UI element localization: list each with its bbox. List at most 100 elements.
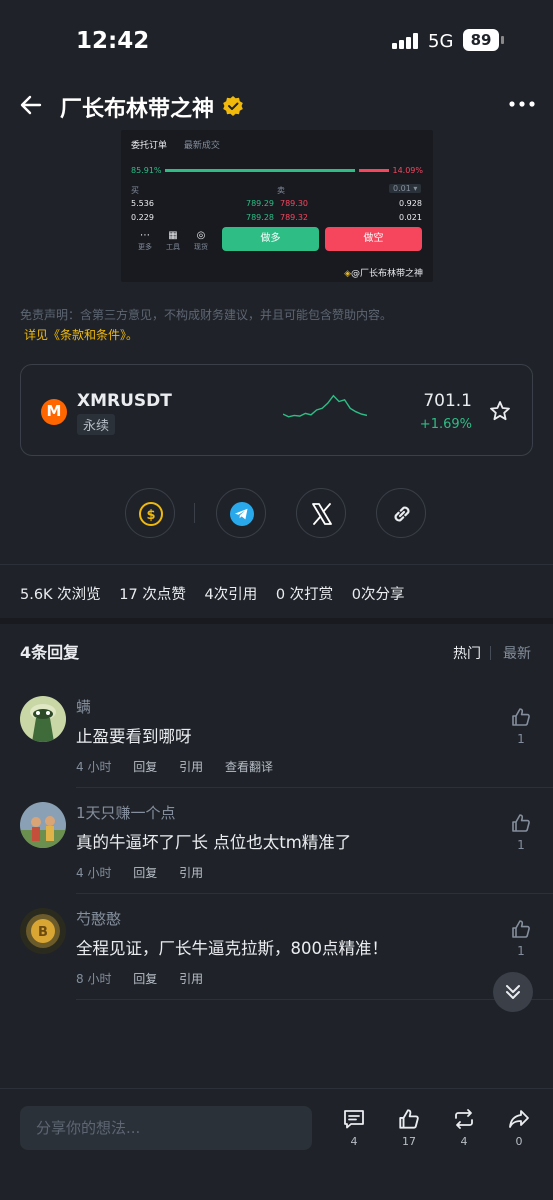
share-action[interactable]: 0	[501, 1107, 537, 1148]
svg-text:$: $	[146, 508, 155, 523]
views-count: 5.6K 次浏览	[20, 587, 101, 603]
comment-like-count: 1	[517, 944, 525, 958]
comment-text: 止盈要看到哪呀	[76, 727, 192, 746]
orderbook-qty: 0.229	[131, 213, 154, 222]
status-bar: 12:42 5G 89	[0, 0, 553, 84]
repost-action[interactable]: 4	[446, 1107, 482, 1148]
quote-button[interactable]: 引用	[179, 972, 203, 986]
avatar[interactable]	[20, 696, 66, 742]
comment-like-count: 1	[517, 838, 525, 852]
comment-count: 4	[350, 1135, 358, 1148]
share-telegram-button[interactable]	[216, 488, 266, 538]
buy-bar	[165, 169, 355, 172]
more-circle-icon: ⋯	[140, 230, 150, 241]
thumbs-up-icon[interactable]	[510, 812, 532, 834]
share-count: 0	[515, 1135, 523, 1148]
comment-icon	[344, 1110, 364, 1129]
status-time: 12:42	[76, 28, 150, 54]
price-sparkline	[283, 394, 367, 418]
reply-button[interactable]: 回复	[133, 760, 157, 774]
network-label: 5G	[428, 31, 454, 52]
comment-action[interactable]: 4	[336, 1107, 372, 1148]
buy-percent: 85.91%	[131, 166, 162, 175]
thumbs-up-icon[interactable]	[510, 918, 532, 940]
translate-button[interactable]: 查看翻译	[225, 760, 273, 774]
monero-coin-icon	[41, 399, 67, 425]
sparkline-path	[283, 394, 367, 418]
double-chevron-down-icon	[506, 985, 520, 999]
share-arrow-icon	[509, 1110, 529, 1128]
divider	[0, 564, 553, 565]
sort-hot-tab[interactable]: 热门	[453, 643, 481, 663]
precision-select: 0.01 ▾	[389, 184, 422, 193]
scroll-down-button[interactable]	[493, 972, 533, 1012]
replies-count: 4条回复	[20, 643, 80, 662]
comment-item: 螨 止盈要看到哪呀 4 小时 回复 引用 查看翻译 1	[0, 684, 553, 788]
comment-item: 1天只赚一个点 真的牛逼坏了厂长 点位也太tm精准了 4 小时 回复 引用 1	[0, 790, 553, 894]
comment-divider	[76, 893, 553, 894]
buy-header: 买	[131, 186, 139, 195]
ticker-symbol: XMRUSDT	[77, 391, 172, 411]
binance-logo-icon: ◈	[344, 269, 351, 279]
like-action[interactable]: 17	[391, 1107, 427, 1148]
post-image[interactable]: 委托订单 最新成交 85.91% 14.09% 买 卖 0.01 ▾ 5.536…	[121, 130, 433, 282]
sort-new-tab[interactable]: 最新	[503, 643, 531, 663]
orderbook-bid: 789.29	[246, 199, 274, 208]
comment-divider	[76, 787, 553, 788]
orderbook-ask: 789.32	[280, 213, 308, 222]
comment-item: B 芍憨憨 全程见证，厂长牛逼克拉斯，800点精准！ 8 小时 回复 引用 1	[0, 896, 553, 1000]
thumbs-up-icon	[399, 1109, 419, 1129]
comment-divider	[76, 999, 553, 1000]
quotes-count[interactable]: 4次引用	[204, 587, 257, 603]
quote-button[interactable]: 引用	[179, 866, 203, 880]
reply-button[interactable]: 回复	[133, 972, 157, 986]
ticker-price: 701.1	[423, 391, 472, 411]
tip-button[interactable]: $	[125, 488, 175, 538]
post-stats: 5.6K 次浏览 17 次点赞 4次引用 0 次打赏 0次分享	[20, 583, 419, 604]
grid-icon: ▦	[168, 230, 178, 241]
contract-type-badge: 永续	[77, 414, 116, 435]
ticker-card[interactable]: XMRUSDT 永续 701.1 +1.69%	[20, 364, 533, 456]
telegram-icon	[230, 502, 254, 526]
x-icon	[312, 503, 332, 525]
tool-spot: ◎ 现货	[190, 230, 212, 252]
likes-count: 17 次点赞	[119, 587, 186, 603]
sell-percent: 14.09%	[392, 166, 423, 175]
quote-button[interactable]: 引用	[179, 760, 203, 774]
share-x-button[interactable]	[296, 488, 346, 538]
disclaimer-text: 免责声明：含第三方意见，不构成财务建议，并且可能包含赞助内容。	[20, 308, 393, 322]
avatar[interactable]	[20, 802, 66, 848]
watermark: ◈@厂长布林带之神	[344, 269, 423, 279]
orderbook-qty: 0.928	[399, 199, 422, 208]
more-options-icon[interactable]	[508, 96, 536, 112]
comment-author[interactable]: 芍憨憨	[76, 908, 121, 929]
reply-button[interactable]: 回复	[133, 866, 157, 880]
svg-text:B: B	[38, 925, 48, 940]
back-arrow-icon[interactable]	[18, 92, 44, 118]
page-title[interactable]: 厂长布林带之神	[60, 91, 214, 123]
share-separator	[194, 503, 195, 523]
shares-count: 0次分享	[351, 587, 405, 603]
buy-sell-ratio-bar: 85.91% 14.09%	[131, 166, 423, 176]
orderbook-qty: 5.536	[131, 199, 154, 208]
orderbook-qty: 0.021	[399, 213, 422, 222]
comment-author[interactable]: 1天只赚一个点	[76, 802, 176, 823]
avatar[interactable]: B	[20, 908, 66, 954]
comment-time: 4 小时	[76, 760, 112, 774]
bottom-action-bar: 4 17 4 0	[0, 1088, 553, 1200]
signal-icon	[392, 33, 420, 49]
section-divider	[0, 618, 553, 624]
copy-link-button[interactable]	[376, 488, 426, 538]
thumbs-up-icon[interactable]	[510, 706, 532, 728]
repost-icon	[455, 1109, 473, 1129]
coin-icon: $	[139, 502, 163, 526]
comment-input[interactable]	[20, 1106, 312, 1150]
comment-text: 真的牛逼坏了厂长 点位也太tm精准了	[76, 833, 352, 852]
link-icon	[394, 506, 410, 522]
sell-bar	[359, 169, 389, 172]
terms-link[interactable]: 详见《条款和条件》。	[24, 326, 138, 343]
long-button: 做多	[222, 227, 319, 251]
like-count: 17	[402, 1135, 416, 1148]
comment-author[interactable]: 螨	[76, 696, 91, 717]
favorite-star-icon[interactable]	[489, 400, 511, 422]
